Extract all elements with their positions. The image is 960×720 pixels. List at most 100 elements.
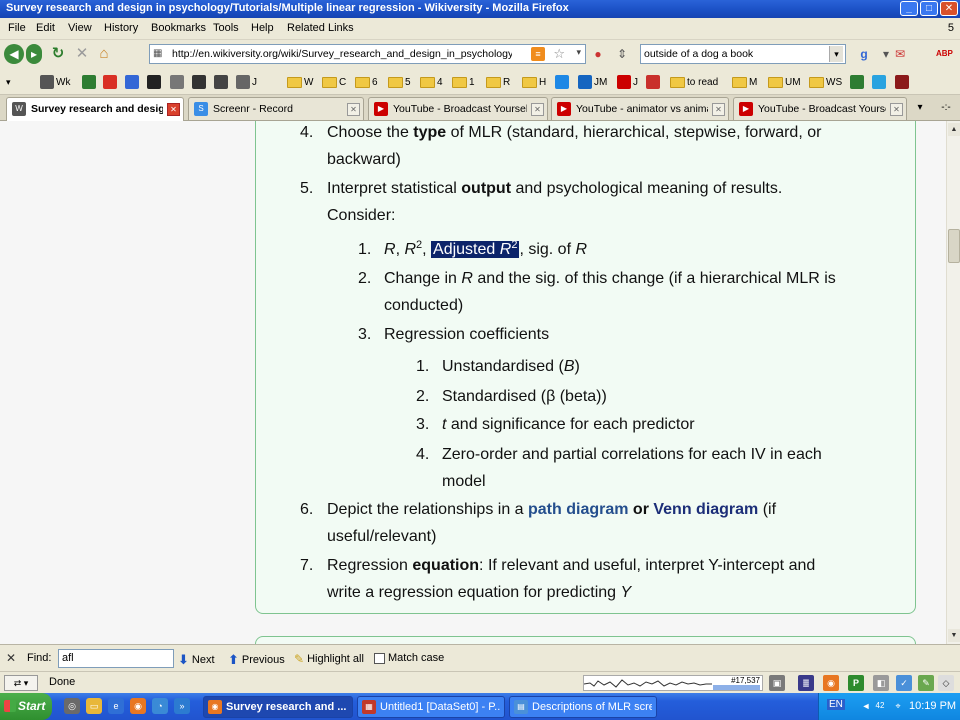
status-icon-3[interactable]: ◧ [873,675,889,691]
tab-youtube-1[interactable]: ▶ YouTube - Broadcast Yourself. ✕ [368,97,548,120]
menu-related-links[interactable]: Related Links [287,22,354,34]
taskbar-descriptions-window[interactable]: ▤ Descriptions of MLR scre... [509,696,657,718]
bookmark-star-icon[interactable]: ☆ [553,46,565,62]
bookmark-item[interactable]: Wk [40,74,70,90]
status-icon-1[interactable]: ▣ [769,675,785,691]
folder-quicklaunch-icon[interactable]: ▭ [86,698,102,714]
vertical-scrollbar[interactable]: ▲ ▼ [946,121,960,644]
menu-tools[interactable]: Tools [213,22,239,34]
bookmark-folder[interactable]: C [322,74,346,90]
find-next-button[interactable]: ⬇ Next [178,652,215,668]
bookmark-folder[interactable]: M [732,74,757,90]
bookmark-item[interactable] [895,74,909,90]
bookmark-folder[interactable]: H [522,74,546,90]
menu-file[interactable]: File [8,22,26,34]
rss-feed-icon[interactable]: ≡ [531,47,545,61]
venn-diagram-link[interactable]: Venn diagram [653,501,758,518]
quicklaunch-icon[interactable]: ◔ [152,698,168,714]
forward-button[interactable]: ▸ [26,44,42,64]
status-icon-6[interactable]: ◇ [938,675,954,691]
status-toggle-icon[interactable]: ⇄ ▾ [4,675,38,691]
home-button[interactable]: ⌂ [94,44,114,64]
tab-screenr[interactable]: S Screenr - Record ✕ [188,97,364,120]
close-tab-icon[interactable]: ✕ [531,103,544,116]
firefox-quicklaunch-icon[interactable]: ◉ [130,698,146,714]
bookmark-item[interactable] [646,74,660,90]
url-dropdown-icon[interactable]: ▾ [576,47,581,58]
google-icon[interactable]: g [856,46,872,62]
url-text[interactable]: http://en.wikiversity.org/wiki/Survey_re… [172,48,512,60]
tab-list-button[interactable]: ▾ [910,99,930,117]
status-icon-5[interactable]: ✎ [918,675,934,691]
bookmark-folder[interactable]: R [486,74,510,90]
adblock-icon[interactable]: ABP [936,46,953,62]
bookmark-item[interactable] [170,74,184,90]
quicklaunch-icon[interactable]: » [174,698,190,714]
bookmark-item[interactable] [82,74,96,90]
mail-icon[interactable]: ✉ [892,46,908,62]
bookmark-item[interactable] [147,74,161,90]
search-input[interactable]: outside of a dog a book [644,48,753,60]
language-indicator[interactable]: EN [827,699,845,710]
bookmark-folder[interactable]: WS [809,74,842,90]
bookmark-item[interactable] [125,74,139,90]
bookmark-folder[interactable]: to read [670,74,718,90]
path-diagram-link[interactable]: path diagram [528,501,628,518]
tab-youtube-3[interactable]: ▶ YouTube - Broadcast Yourself. ✕ [733,97,907,120]
close-window-button[interactable]: ✕ [940,1,958,16]
reload-button[interactable]: ↻ [48,44,68,64]
bookmark-item[interactable] [872,74,886,90]
bookmark-folder[interactable]: 5 [388,74,411,90]
menu-bookmarks[interactable]: Bookmarks [151,22,206,34]
speaker-icon[interactable]: ◄ [859,699,873,713]
quicklaunch-icon[interactable]: ◎ [64,698,80,714]
menu-edit[interactable]: Edit [36,22,55,34]
minimize-button[interactable]: _ [900,1,918,16]
bookmark-item[interactable] [555,74,569,90]
tab-more-button[interactable]: -:- [936,99,956,117]
close-tab-icon[interactable]: ✕ [712,103,725,116]
ie-icon[interactable]: e [108,698,124,714]
bookmark-item[interactable]: J [236,74,257,90]
taskbar-firefox-window[interactable]: ◉ Survey research and ... [203,696,353,718]
bookmark-item[interactable]: ▾ [6,74,11,90]
taskbar-spss-window[interactable]: ▦ Untitled1 [DataSet0] - P... [357,696,505,718]
menu-help[interactable]: Help [251,22,274,34]
bookmark-folder[interactable]: 6 [355,74,378,90]
status-icon-4[interactable]: ✓ [896,675,912,691]
close-tab-icon[interactable]: ✕ [890,103,903,116]
bookmark-folder[interactable]: W [287,74,313,90]
bookmark-item[interactable] [103,74,117,90]
menu-history[interactable]: History [104,22,138,34]
search-engine-dropdown-icon[interactable]: ⇕ [614,46,630,62]
find-input[interactable]: afl [58,649,174,668]
bookmark-item[interactable]: JM [578,74,607,90]
bookmark-folder[interactable]: 4 [420,74,443,90]
url-bar[interactable]: ▦ http://en.wikiversity.org/wiki/Survey_… [149,44,586,64]
maximize-button[interactable]: □ [920,1,938,16]
selected-text[interactable]: Adjusted R2 [431,240,520,258]
bookmark-item[interactable] [850,74,864,90]
stop-button[interactable]: ✕ [72,44,92,64]
close-find-icon[interactable]: ✕ [6,651,16,665]
bookmark-folder[interactable]: 1 [452,74,475,90]
bookmark-item[interactable] [214,74,228,90]
find-previous-button[interactable]: ⬆ Previous [228,652,285,668]
scrollbar-thumb[interactable] [948,229,960,263]
network-icon[interactable]: ⌖ [891,699,905,713]
close-tab-icon[interactable]: ✕ [347,103,360,116]
status-icon-p[interactable]: P [848,675,864,691]
match-case-checkbox[interactable]: Match case [374,652,444,664]
firefox-icon[interactable]: ◉ [823,675,839,691]
status-icon-2[interactable]: ≣ [798,675,814,691]
tab-survey-research[interactable]: W Survey research and design in ps... ✕ [6,97,184,121]
bookmark-folder[interactable]: UM [768,74,801,90]
addon-icon[interactable]: ● [590,46,606,62]
search-dropdown-icon[interactable]: ▾ [829,46,843,62]
tab-youtube-2[interactable]: ▶ YouTube - animator vs animation ✕ [551,97,729,120]
search-bar[interactable]: outside of a dog a book ▾ [640,44,846,64]
highlight-all-button[interactable]: ✎ Highlight all [294,652,364,666]
start-button[interactable]: Start [0,693,52,720]
bookmark-item[interactable]: J [617,74,638,90]
close-tab-icon[interactable]: ✕ [167,103,180,116]
